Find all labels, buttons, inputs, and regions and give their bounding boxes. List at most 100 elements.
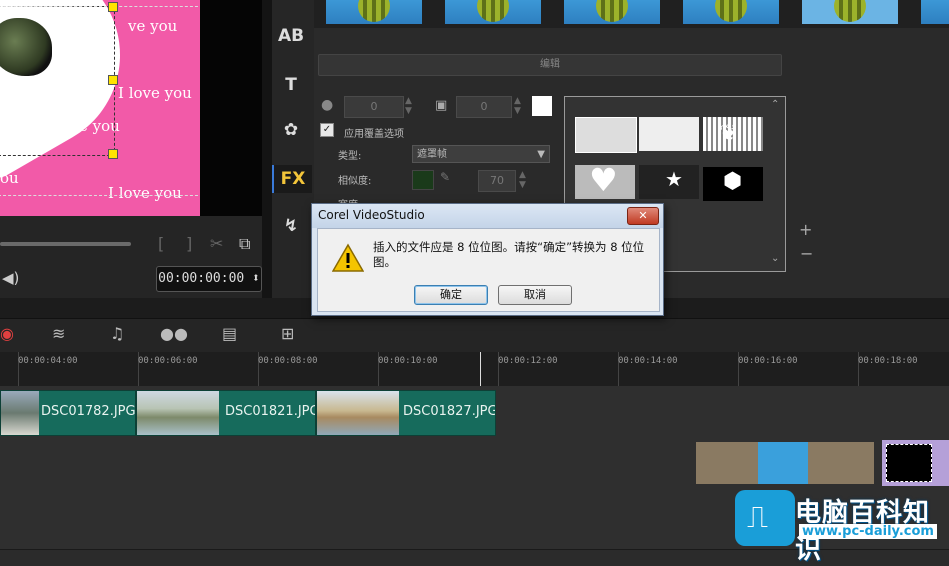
color-swatch[interactable]	[532, 96, 552, 116]
library-sidebar: AB T ✿ FX ↯	[272, 0, 314, 298]
scrub-bar[interactable]	[0, 242, 131, 246]
speaker-icon[interactable]: ◀)	[2, 269, 19, 287]
tick-label: 00:00:18:00	[858, 356, 918, 366]
library-thumbnails	[314, 0, 949, 28]
spin-arrows-icon[interactable]: ▲ ▼	[514, 96, 521, 116]
library-thumb[interactable]	[802, 0, 898, 24]
clip-thumbnail	[317, 391, 399, 435]
enlarge-icon[interactable]: ⧉	[239, 234, 250, 254]
watermark: ⎍ 电脑百科知识 www.pc-daily.com	[735, 490, 949, 565]
similarity-value: 70	[490, 174, 504, 187]
resize-handle[interactable]	[108, 2, 118, 12]
library-thumb[interactable]	[683, 0, 779, 24]
playhead[interactable]	[480, 352, 481, 386]
similarity-color[interactable]	[412, 170, 434, 190]
tick-label: 00:00:12:00	[498, 356, 558, 366]
title-icon[interactable]: T	[272, 71, 310, 99]
overlay-bounds	[0, 6, 200, 196]
eyedropper-icon[interactable]: ✎	[440, 170, 450, 184]
apply-overlay-label: 应用覆盖选项	[344, 129, 404, 140]
spin-arrows-icon[interactable]: ▲ ▼	[519, 170, 526, 190]
border-spinner[interactable]: 0	[344, 96, 404, 118]
preview-black-area	[200, 0, 262, 216]
ok-button[interactable]: 确定	[414, 285, 488, 305]
overlay-clip[interactable]	[696, 442, 874, 484]
clip-name: DSC01782.JPG	[41, 404, 136, 419]
library-thumb[interactable]	[445, 0, 541, 24]
timecode-value: 00:00:00:00	[158, 271, 245, 286]
add-icon[interactable]: +	[799, 220, 812, 239]
mask-thumb[interactable]: ★	[639, 165, 699, 199]
transition-icon[interactable]: AB	[272, 22, 310, 50]
message-dialog: Corel VideoStudio ✕ 插入的文件应是 8 位位图。请按“确定”…	[311, 203, 664, 316]
overlay-clip[interactable]	[882, 440, 949, 486]
tick-label: 00:00:10:00	[378, 356, 438, 366]
tick-label: 00:00:16:00	[738, 356, 798, 366]
warning-icon	[332, 243, 364, 272]
tick-label: 00:00:06:00	[138, 356, 198, 366]
mark-in-icon[interactable]: [	[158, 234, 164, 253]
graphics-icon[interactable]: ✿	[272, 116, 310, 144]
audio-wave-icon[interactable]: ≋	[52, 324, 65, 343]
cancel-button[interactable]: 取消	[498, 285, 572, 305]
record-icon[interactable]: ◉	[0, 324, 14, 343]
chapter-icon[interactable]: ⊞	[281, 324, 294, 343]
type-label: 类型:	[338, 151, 362, 162]
overlay-thumbnail	[886, 444, 932, 482]
tab-edit[interactable]: 编辑	[318, 54, 782, 76]
mask-thumb[interactable]	[639, 117, 699, 151]
resize-handle[interactable]	[108, 149, 118, 159]
scissors-icon[interactable]: ✂	[210, 234, 223, 253]
resize-handle[interactable]	[108, 75, 118, 85]
clip-thumbnail	[137, 391, 219, 435]
mask-thumb[interactable]: ♥	[575, 161, 635, 199]
clip-name: DSC01827.JPG	[403, 404, 496, 419]
video-clip[interactable]: DSC01827.JPG	[316, 390, 496, 436]
filter-icon[interactable]: FX	[272, 165, 312, 193]
mark-out-icon[interactable]: ]	[186, 234, 192, 253]
library-thumb[interactable]	[326, 0, 422, 24]
dialog-body: 插入的文件应是 8 位位图。请按“确定”转换为 8 位位图。 确定 取消	[317, 228, 660, 312]
clip-thumbnail	[1, 391, 39, 435]
video-clip[interactable]: DSC01821.JPG	[136, 390, 316, 436]
type-value: 遮罩帧	[417, 149, 447, 160]
mask-thumb[interactable]: ❦	[703, 117, 763, 151]
track-manager-icon[interactable]: ●●	[160, 324, 188, 343]
timeline-toolbar	[0, 318, 949, 353]
border-icon: ●	[321, 97, 334, 113]
spin-arrows-icon[interactable]: ▲ ▼	[405, 96, 412, 116]
preview-image: ve you I love you I love you ou I love y…	[0, 0, 200, 216]
dialog-titlebar[interactable]: Corel VideoStudio	[312, 204, 663, 228]
type-select[interactable]: 遮罩帧 ▼	[412, 145, 550, 163]
divider	[262, 0, 272, 298]
path-icon[interactable]: ↯	[272, 212, 310, 240]
similarity-label: 相似度:	[338, 176, 372, 187]
timecode-display[interactable]: 00:00:00:00 ⬍	[156, 266, 262, 292]
title-track-icon[interactable]: ▤	[222, 324, 237, 343]
music-icon[interactable]: ♫	[110, 324, 124, 343]
shadow-icon: ▣	[435, 98, 448, 113]
scroll-down-icon[interactable]: ⌄	[771, 253, 779, 264]
shadow-value: 0	[480, 100, 488, 113]
tick-label: 00:00:08:00	[258, 356, 318, 366]
tick-label: 00:00:04:00	[18, 356, 78, 366]
apply-overlay-checkbox[interactable]: ✓	[320, 123, 334, 137]
dialog-title: Corel VideoStudio	[318, 208, 425, 222]
chevron-down-icon: ▼	[537, 149, 545, 160]
border-value: 0	[370, 100, 378, 113]
library-thumb[interactable]	[564, 0, 660, 24]
library-thumb[interactable]	[921, 0, 949, 24]
watermark-url: www.pc-daily.com	[799, 524, 937, 539]
remove-icon[interactable]: −	[800, 244, 813, 263]
video-clip[interactable]: DSC01782.JPG	[0, 390, 136, 436]
overlay-thumbnail	[758, 442, 808, 484]
dialog-message: 插入的文件应是 8 位位图。请按“确定”转换为 8 位位图。	[373, 240, 645, 269]
similarity-spinner[interactable]: 70	[478, 170, 516, 192]
mask-thumb[interactable]	[575, 117, 637, 153]
mask-thumb[interactable]: ⬢	[703, 167, 763, 201]
scroll-up-icon[interactable]: ⌃	[771, 99, 779, 110]
close-button[interactable]: ✕	[627, 207, 659, 225]
tick-label: 00:00:14:00	[618, 356, 678, 366]
shadow-spinner[interactable]: 0	[456, 96, 512, 118]
monitor-icon: ⎍	[735, 490, 795, 546]
